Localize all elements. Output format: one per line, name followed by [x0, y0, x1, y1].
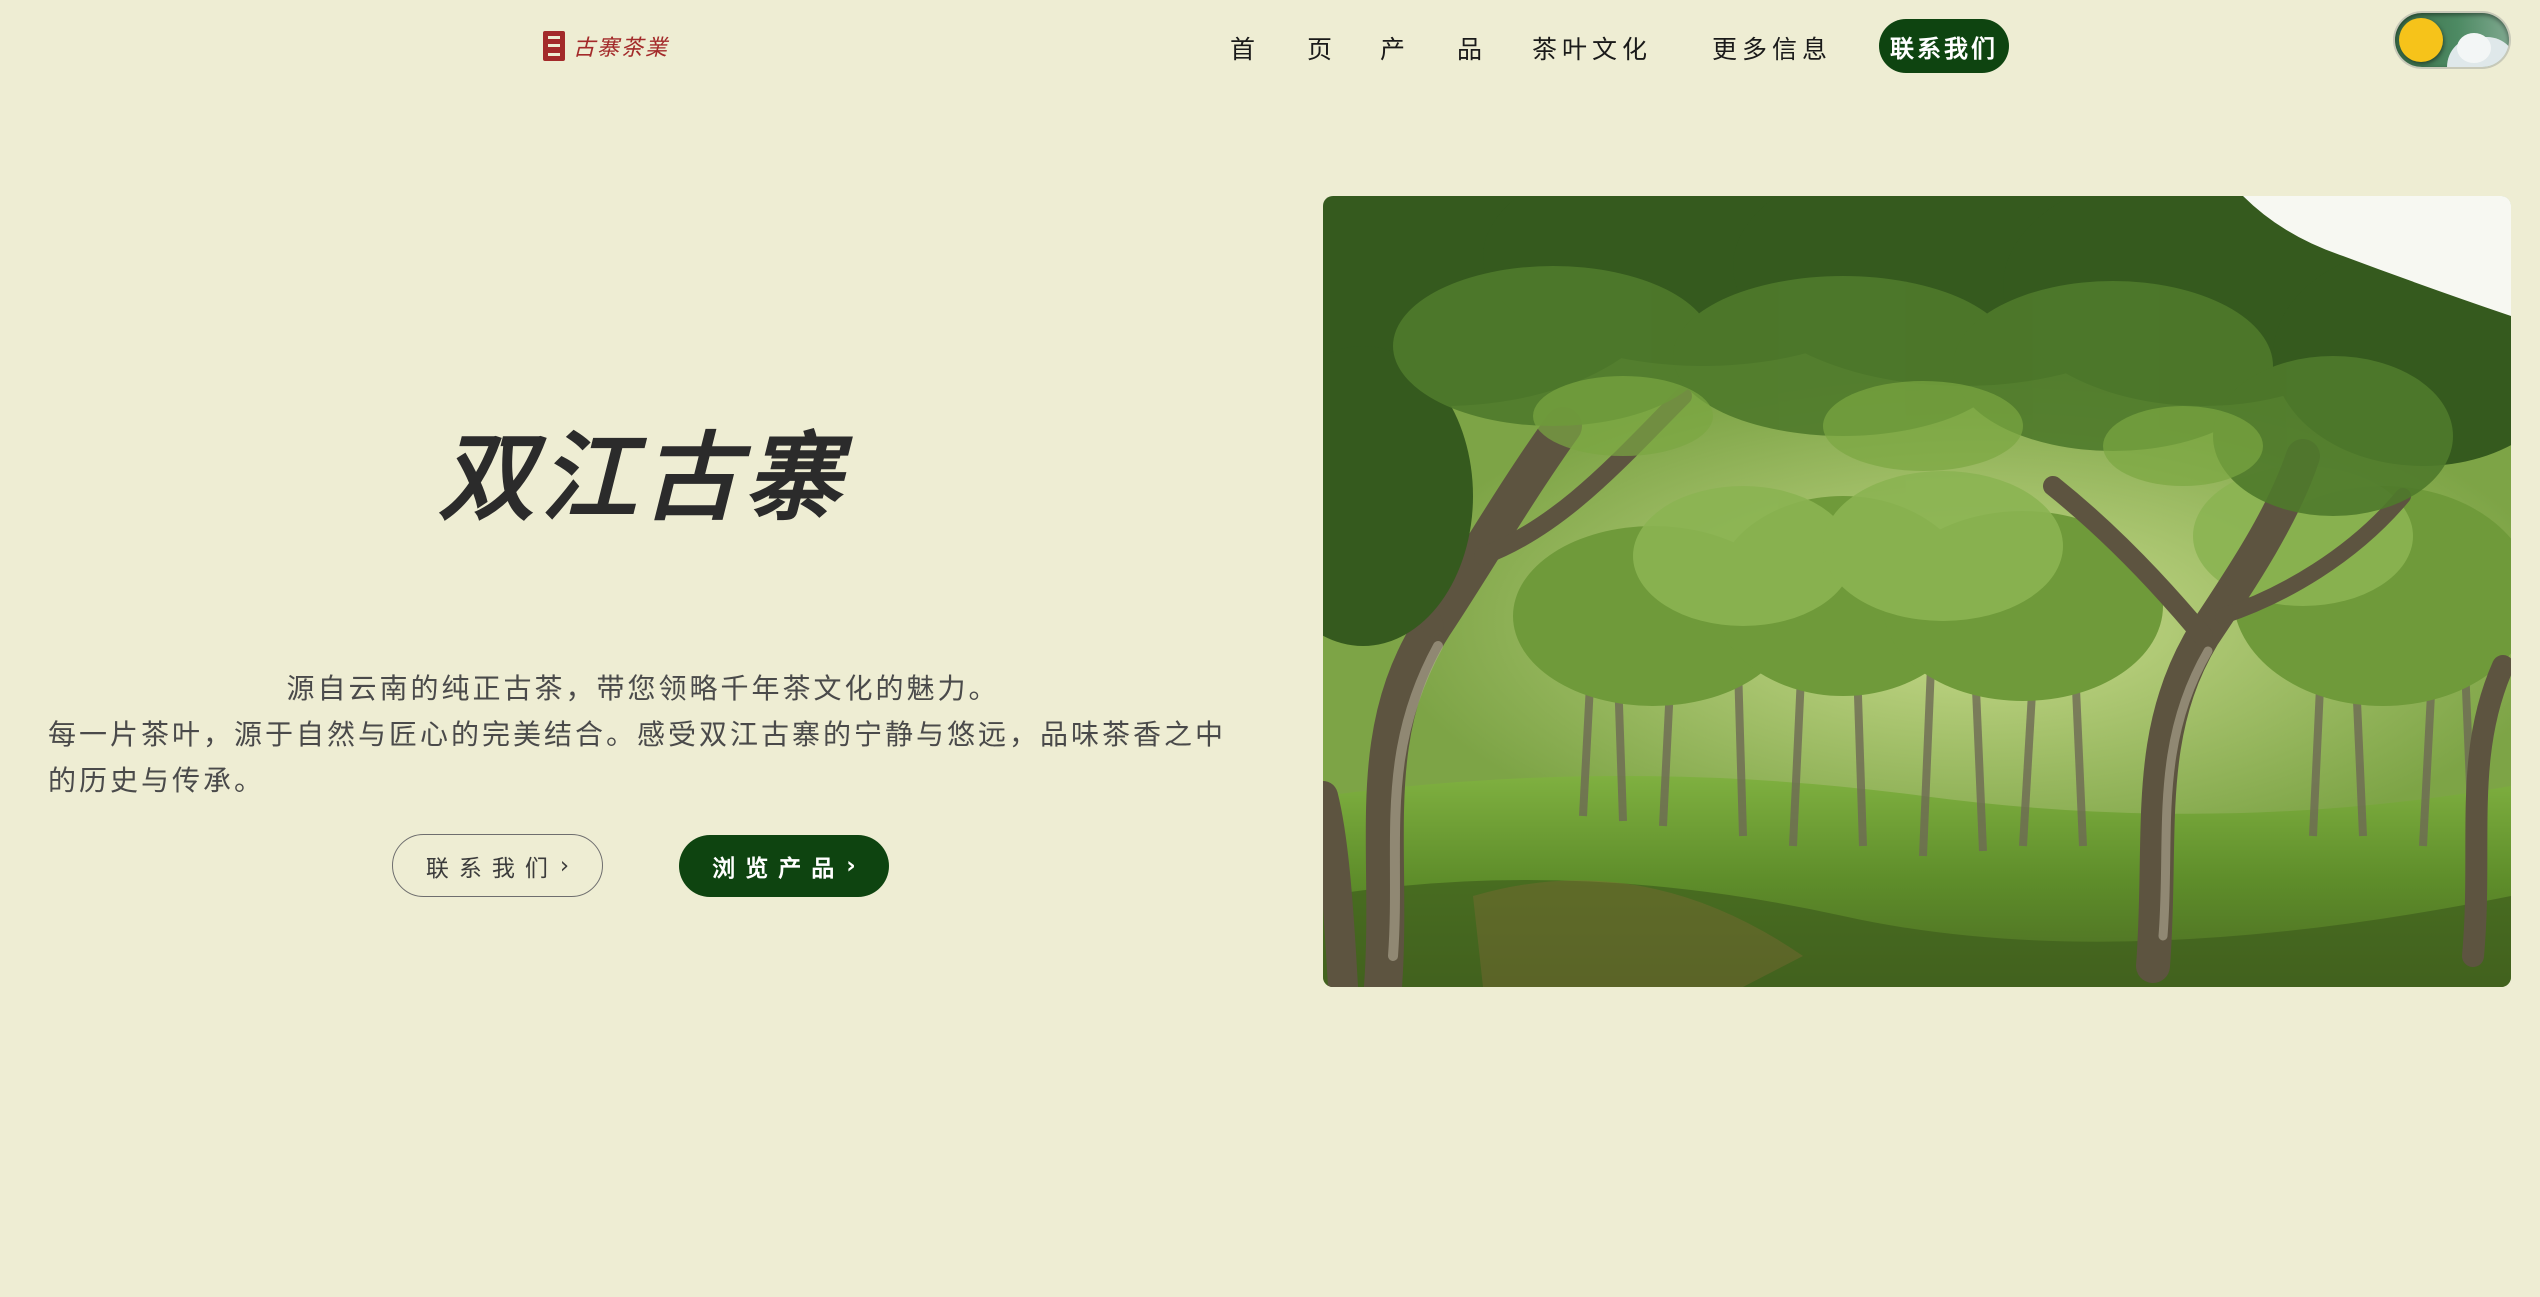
- nav-products[interactable]: 产 品: [1380, 30, 1504, 66]
- chevron-right-icon: ›: [559, 852, 570, 879]
- browse-products-button[interactable]: 浏览产品 ›: [679, 835, 889, 897]
- nav-home[interactable]: 首 页: [1230, 30, 1354, 66]
- page: 古寨茶業 首 页 产 品 茶叶文化 更多信息 联系我们 双江古寨 源自云南的纯正…: [0, 0, 2540, 1297]
- nav-contact-button[interactable]: 联系我们: [1879, 19, 2009, 73]
- nav-more-info[interactable]: 更多信息: [1712, 30, 1832, 66]
- hero-description-line2: 每一片茶叶，源于自然与匠心的完美结合。感受双江古寨的宁静与悠远，品味茶香之中的历…: [48, 718, 1227, 797]
- nav-tea-culture[interactable]: 茶叶文化: [1532, 30, 1652, 66]
- hero-description: 源自云南的纯正古茶，带您领略千年茶文化的魅力。 每一片茶叶，源于自然与匠心的完美…: [48, 666, 1238, 804]
- hero-title: 双江古寨: [438, 421, 847, 534]
- theme-toggle[interactable]: [2395, 13, 2509, 67]
- seal-icon: [543, 31, 565, 61]
- chevron-right-icon: ›: [846, 853, 856, 879]
- tea-grove-photo: [1323, 196, 2511, 987]
- tea-grove-illustration: [1323, 196, 2511, 987]
- contact-us-button[interactable]: 联系我们 ›: [392, 834, 603, 897]
- cloud-puff-icon: [2457, 33, 2491, 63]
- contact-us-label: 联系我们: [425, 855, 558, 882]
- browse-products-label: 浏览产品: [712, 855, 845, 882]
- logo-text: 古寨茶業: [573, 36, 670, 61]
- sun-icon: [2399, 18, 2443, 62]
- hero-description-line1: 源自云南的纯正古茶，带您领略千年茶文化的魅力。: [286, 672, 1000, 705]
- brand-logo[interactable]: 古寨茶業: [543, 30, 669, 62]
